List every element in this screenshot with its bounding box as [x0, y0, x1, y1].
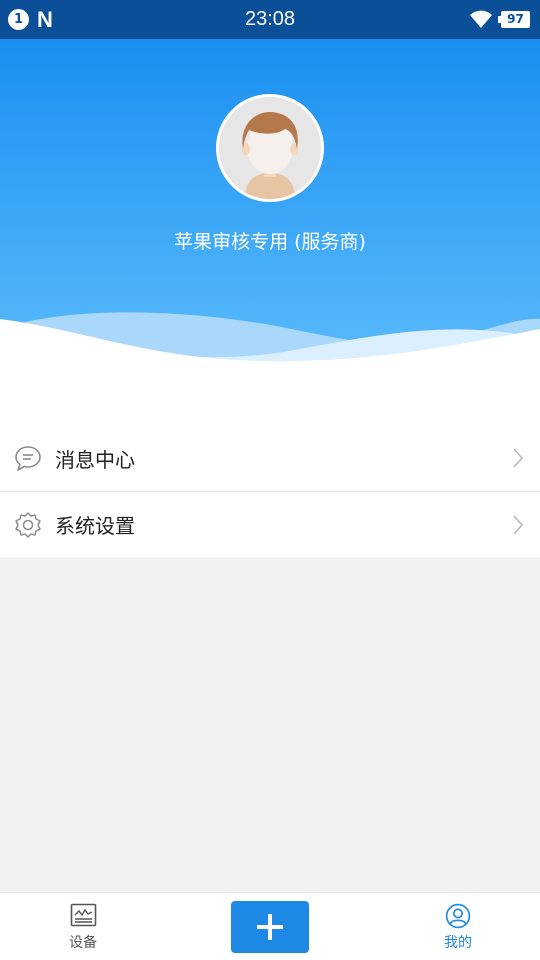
device-monitor-icon [70, 903, 97, 927]
wifi-icon [470, 10, 492, 28]
menu-item-settings[interactable]: 系统设置 [0, 491, 540, 557]
menu-item-label: 消息中心 [55, 447, 135, 472]
chevron-right-icon [513, 515, 524, 535]
username: 苹果审核专用 (服务商) [174, 231, 366, 253]
message-icon [15, 446, 41, 471]
menu-list: 消息中心 系统设置 [0, 425, 540, 557]
gear-icon [15, 512, 41, 538]
bottom-nav: 设备 我的 [0, 892, 540, 960]
battery-icon: 97 [498, 11, 530, 28]
menu-item-messages[interactable]: 消息中心 [0, 425, 540, 491]
menu-item-label: 系统设置 [55, 514, 135, 538]
tab-devices[interactable]: 设备 [33, 893, 133, 960]
tab-label: 设备 [69, 935, 97, 951]
wave-decoration [0, 312, 540, 379]
status-time: 23:08 [244, 8, 296, 30]
status-bar: 1 N 23:08 97 [0, 0, 540, 39]
avatar-icon [219, 97, 321, 199]
chevron-right-icon [513, 448, 524, 468]
plus-icon [257, 914, 283, 940]
tab-mine[interactable]: 我的 [408, 893, 508, 960]
avatar[interactable] [216, 94, 324, 202]
add-button[interactable] [231, 901, 309, 953]
profile-header: 苹果审核专用 (服务商) [0, 39, 540, 379]
header-spacer [0, 379, 540, 425]
user-icon [445, 903, 471, 929]
tab-label: 我的 [444, 935, 472, 951]
